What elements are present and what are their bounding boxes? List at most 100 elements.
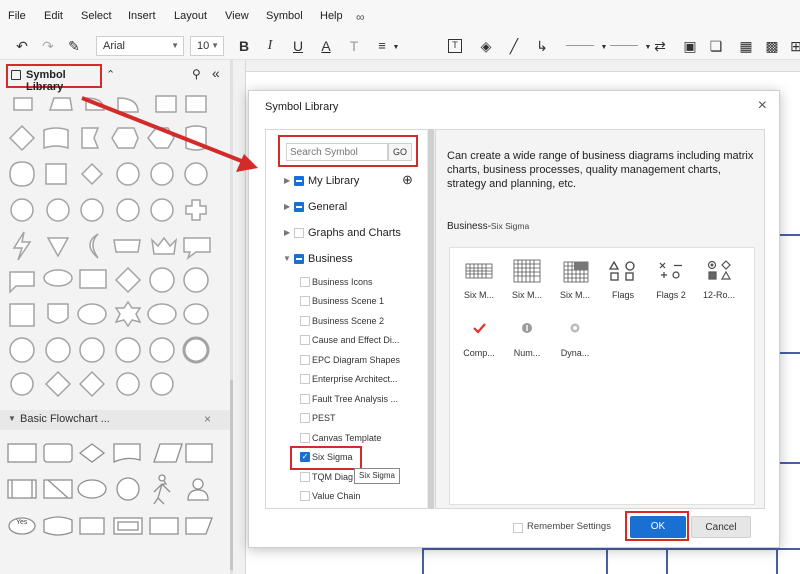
tree-subitem[interactable]: TQM Diag	[266, 468, 436, 486]
close-icon[interactable]: ×	[758, 97, 767, 115]
search-go-button[interactable]: GO	[388, 143, 412, 161]
tree-scrollbar[interactable]	[427, 129, 435, 509]
ok-button[interactable]: OK	[630, 516, 686, 538]
bring-front-icon[interactable]: ▣	[680, 36, 700, 56]
menu-layout[interactable]: Layout	[174, 10, 207, 22]
undo-icon[interactable]: ↶	[12, 36, 32, 56]
add-icon[interactable]: ⊕	[402, 171, 413, 189]
chevron-up-icon[interactable]: ⌃	[106, 68, 115, 81]
chevron-right-icon[interactable]: ▶	[284, 224, 290, 242]
line-color-icon[interactable]: ╱	[504, 36, 524, 56]
checkbox[interactable]	[300, 277, 310, 287]
search-icon[interactable]: ⚲	[192, 67, 201, 81]
text-box-icon[interactable]: T	[448, 39, 462, 53]
fill-icon[interactable]: ◈	[476, 36, 496, 56]
tree-subitem[interactable]: PEST	[266, 409, 436, 427]
send-back-icon[interactable]: ❏	[706, 36, 726, 56]
chevron-down-icon[interactable]: ▼	[594, 38, 614, 58]
menu-view[interactable]: View	[225, 10, 249, 22]
shape-item[interactable]: Six M...	[456, 252, 502, 306]
shape-thumb	[78, 443, 106, 463]
tree-subitem[interactable]: Enterprise Architect...	[266, 370, 436, 388]
shape-thumb	[7, 443, 37, 463]
highlight-button[interactable]: T	[344, 36, 364, 56]
shape-thumb	[44, 370, 72, 398]
italic-button[interactable]: I	[260, 36, 280, 56]
checkbox-partial[interactable]	[294, 254, 304, 264]
menu-help[interactable]: Help	[320, 10, 343, 22]
tree-item-business[interactable]: ▼ Business	[266, 250, 436, 268]
tree-label: Business	[308, 253, 353, 265]
menu-edit[interactable]: Edit	[44, 10, 63, 22]
shape-item[interactable]: Num...	[504, 310, 550, 364]
tree-subitem[interactable]: Fault Tree Analysis ...	[266, 390, 436, 408]
shape-item[interactable]: Six M...	[552, 252, 598, 306]
font-color-button[interactable]: A	[316, 36, 336, 56]
line-style-icon[interactable]	[566, 45, 594, 46]
arrow-style-icon[interactable]: ⇄	[650, 36, 670, 56]
checkbox[interactable]	[300, 472, 310, 482]
checkbox[interactable]	[300, 335, 310, 345]
distribute-icon[interactable]: ⊞	[786, 36, 800, 56]
checkbox[interactable]	[513, 523, 523, 533]
checkbox[interactable]	[294, 228, 304, 238]
shape-thumb	[9, 161, 35, 187]
checkbox-partial[interactable]	[294, 202, 304, 212]
group-icon[interactable]: ▩	[762, 36, 782, 56]
symbol-library-title[interactable]: Symbol Library	[6, 64, 102, 93]
shape-item[interactable]: Flags	[600, 252, 646, 306]
format-painter-icon[interactable]: ✎	[64, 36, 84, 56]
chevron-right-icon[interactable]: ▶	[284, 172, 290, 190]
cancel-button[interactable]: Cancel	[691, 516, 751, 538]
tree-item-my-library[interactable]: ▶ My Library ⊕	[266, 172, 436, 190]
tree-subitem[interactable]: Business Icons	[266, 273, 436, 291]
menu-file[interactable]: File	[8, 10, 26, 22]
shape-thumb	[113, 443, 141, 464]
menu-select[interactable]: Select	[81, 10, 112, 22]
font-size-select[interactable]: 10 ▼	[190, 36, 224, 56]
font-family-select[interactable]: Arial ▼	[96, 36, 184, 56]
tree-subitem[interactable]: EPC Diagram Shapes	[266, 351, 436, 369]
checkbox[interactable]	[300, 413, 310, 423]
chevron-down-icon[interactable]: ▼	[386, 38, 406, 58]
checkbox[interactable]	[300, 296, 310, 306]
line-weight-icon[interactable]	[610, 45, 638, 46]
underline-button[interactable]: U	[288, 36, 308, 56]
connector-icon[interactable]: ↳	[532, 36, 552, 56]
menu-symbol[interactable]: Symbol	[266, 10, 303, 22]
shape-thumb	[85, 97, 105, 111]
tree-subitem[interactable]: Cause and Effect Di...	[266, 331, 436, 349]
collapse-icon[interactable]: «	[212, 65, 220, 81]
checkbox[interactable]	[300, 316, 310, 326]
checkbox[interactable]	[300, 374, 310, 384]
tree-subitem[interactable]: Canvas Template	[266, 429, 436, 447]
tree-subitem[interactable]: Business Scene 2	[266, 312, 436, 330]
checkbox[interactable]	[300, 433, 310, 443]
checkbox[interactable]	[300, 491, 310, 501]
community-icon[interactable]: ∞	[356, 10, 365, 24]
menu-insert[interactable]: Insert	[128, 10, 156, 22]
shape-item[interactable]: 12-Ro...	[696, 252, 742, 306]
search-input[interactable]	[286, 143, 388, 161]
checkbox[interactable]	[300, 355, 310, 365]
checkbox[interactable]	[300, 394, 310, 404]
chevron-right-icon[interactable]: ▶	[284, 198, 290, 216]
close-icon[interactable]: ×	[204, 412, 211, 426]
bold-button[interactable]: B	[234, 36, 254, 56]
tree-item-graphs-charts[interactable]: ▶ Graphs and Charts	[266, 224, 436, 242]
shape-thumb	[113, 239, 141, 253]
tree-subitem[interactable]: Value Chain	[266, 487, 436, 505]
shape-item[interactable]: Comp...	[456, 310, 502, 364]
shape-item[interactable]: Dyna...	[552, 310, 598, 364]
tree-item-general[interactable]: ▶ General	[266, 198, 436, 216]
scrollbar-thumb[interactable]	[428, 129, 434, 509]
shape-thumb	[158, 474, 166, 482]
shape-item[interactable]: Flags 2	[648, 252, 694, 306]
redo-icon[interactable]: ↷	[38, 36, 58, 56]
tree-subitem[interactable]: Business Scene 1	[266, 292, 436, 310]
basic-flowchart-header[interactable]: ▼ Basic Flowchart ... ×	[0, 410, 230, 430]
align-icon[interactable]: ▦	[736, 36, 756, 56]
chevron-down-icon[interactable]: ▼	[283, 250, 291, 268]
shape-item[interactable]: Six M...	[504, 252, 550, 306]
checkbox-partial[interactable]	[294, 176, 304, 186]
